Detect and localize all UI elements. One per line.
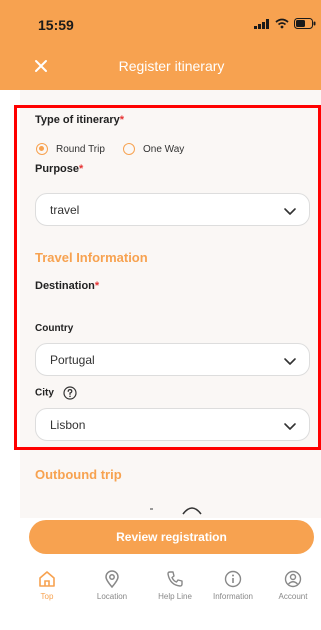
info-icon xyxy=(224,570,242,588)
app-header: Register itinerary xyxy=(0,44,321,90)
loading-spinner-icon xyxy=(182,507,202,515)
account-icon xyxy=(284,570,302,588)
phone-icon xyxy=(167,571,183,587)
loading-dot xyxy=(150,508,153,510)
signal-icon xyxy=(254,18,269,29)
outbound-trip-title: Outbound trip xyxy=(35,467,122,482)
home-icon xyxy=(39,571,55,587)
highlight-box xyxy=(14,105,321,450)
battery-icon xyxy=(294,18,316,29)
status-bar: 15:59 xyxy=(0,0,321,44)
nav-item-top[interactable]: Top xyxy=(12,570,82,601)
bottom-nav: Top Location Help Line Information Accou… xyxy=(0,560,321,610)
status-icons xyxy=(254,18,316,29)
review-registration-button[interactable]: Review registration xyxy=(29,520,314,554)
status-time: 15:59 xyxy=(38,17,74,33)
wifi-icon xyxy=(275,18,289,29)
location-pin-icon xyxy=(105,570,119,588)
nav-item-account[interactable]: Account xyxy=(258,570,321,601)
page-title: Register itinerary xyxy=(118,58,225,74)
nav-item-location[interactable]: Location xyxy=(77,570,147,601)
